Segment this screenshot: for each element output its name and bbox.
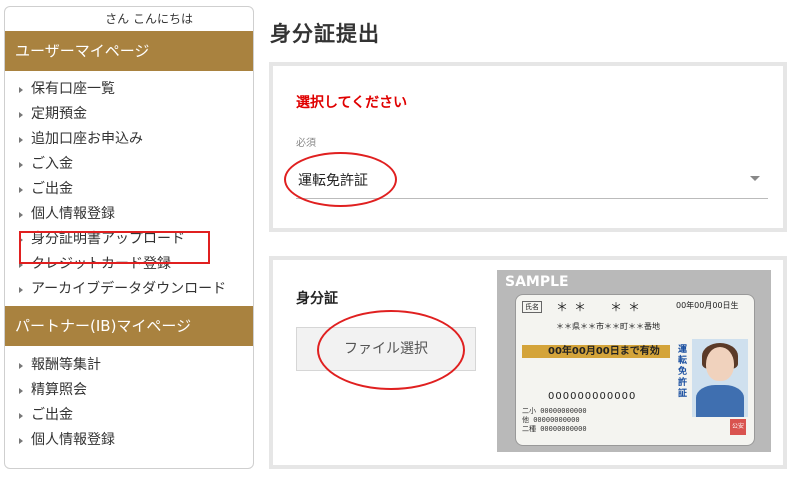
sidebar-item-withdrawal[interactable]: ご出金 (5, 177, 253, 202)
select-heading: 選択してください (296, 95, 408, 111)
highlight-annotation-ellipse (284, 152, 397, 207)
sidebar-item-ib-withdrawal[interactable]: ご出金 (5, 403, 253, 428)
user-menu: 保有口座一覧 定期預金 追加口座お申込み ご入金 ご出金 個人情報登録 身分証明… (5, 71, 253, 306)
greeting: さん こんにちは (105, 12, 193, 26)
partner-menu: 報酬等集計 精算照会 ご出金 個人情報登録 (5, 346, 253, 457)
caret-right-icon (19, 413, 23, 419)
sidebar-item-commission[interactable]: 報酬等集計 (5, 353, 253, 378)
user-section-header: ユーザーマイページ (5, 31, 253, 71)
sidebar-item-fixed-deposit[interactable]: 定期預金 (5, 102, 253, 127)
photo-face (706, 347, 734, 381)
license-class-lines: 二小 00000000000 他 00000000000 二種 00000000… (522, 407, 682, 434)
sidebar-item-label: 精算照会 (31, 382, 87, 398)
sidebar-item-accounts[interactable]: 保有口座一覧 (5, 77, 253, 102)
sidebar-item-label: 報酬等集計 (31, 357, 101, 373)
sidebar-item-personal-info[interactable]: 個人情報登録 (5, 202, 253, 227)
sidebar-item-add-account[interactable]: 追加口座お申込み (5, 127, 253, 152)
id-label: 身分証 (296, 291, 338, 307)
sidebar-item-ib-personal-info[interactable]: 個人情報登録 (5, 428, 253, 453)
photo-body (696, 385, 744, 417)
license-expiry: 00年00月00日まで有効 (522, 345, 670, 358)
partner-section-header: パートナー(IB)マイページ (5, 306, 253, 346)
name-field-label: 氏名 (522, 301, 542, 313)
license-photo (692, 339, 748, 417)
caret-right-icon (19, 112, 23, 118)
license-card: 氏名 ＊＊ ＊＊ 00年00月00日生 ＊＊県＊＊市＊＊町＊＊番地 00年00月… (515, 294, 755, 446)
caret-right-icon (19, 137, 23, 143)
sample-badge: SAMPLE (505, 274, 569, 290)
sidebar-item-label: ご出金 (31, 181, 73, 197)
class-line: 二小 00000000000 (522, 407, 587, 415)
license-name: ＊＊ ＊＊ (556, 300, 647, 314)
sample-license-image: SAMPLE 氏名 ＊＊ ＊＊ 00年00月00日生 ＊＊県＊＊市＊＊町＊＊番地… (497, 270, 771, 452)
sidebar-item-label: 定期預金 (31, 106, 87, 122)
caret-right-icon (19, 438, 23, 444)
upload-panel: 身分証 ファイル選択 SAMPLE 氏名 ＊＊ ＊＊ 00年00月00日生 ＊＊… (269, 256, 787, 469)
caret-right-icon (19, 388, 23, 394)
highlight-annotation-ellipse (317, 310, 465, 390)
class-line: 二種 00000000000 (522, 425, 587, 433)
sidebar-item-label: ご入金 (31, 156, 73, 172)
sidebar-item-settlement[interactable]: 精算照会 (5, 378, 253, 403)
sidebar: さん こんにちは ユーザーマイページ 保有口座一覧 定期預金 追加口座お申込み … (4, 6, 254, 469)
caret-right-icon (19, 87, 23, 93)
license-birth: 00年00月00日生 (676, 301, 739, 310)
license-number: 000000000000 (548, 391, 637, 402)
sidebar-item-label: アーカイブデータダウンロード (31, 281, 227, 297)
license-address: ＊＊県＊＊市＊＊町＊＊番地 (556, 322, 660, 331)
sidebar-item-label: 個人情報登録 (31, 206, 115, 222)
class-line: 他 00000000000 (522, 416, 580, 424)
caret-right-icon (19, 363, 23, 369)
license-stamp: 公安 (730, 419, 746, 435)
license-type: 運転免許証 (678, 345, 688, 399)
caret-right-icon (19, 187, 23, 193)
sidebar-item-label: 保有口座一覧 (31, 81, 115, 97)
sidebar-item-archive-download[interactable]: アーカイブデータダウンロード (5, 277, 253, 302)
document-type-panel: 選択してください 必須 運転免許証 (269, 62, 787, 232)
caret-right-icon (19, 162, 23, 168)
sidebar-item-label: 個人情報登録 (31, 432, 115, 448)
page-title: 身分証提出 (270, 22, 380, 46)
caret-right-icon (19, 212, 23, 218)
highlight-annotation-box (19, 231, 210, 264)
sidebar-item-deposit[interactable]: ご入金 (5, 152, 253, 177)
sidebar-item-label: 追加口座お申込み (31, 131, 143, 147)
required-label: 必須 (296, 138, 316, 149)
chevron-down-icon (750, 176, 760, 181)
caret-right-icon (19, 287, 23, 293)
sidebar-item-label: ご出金 (31, 407, 73, 423)
